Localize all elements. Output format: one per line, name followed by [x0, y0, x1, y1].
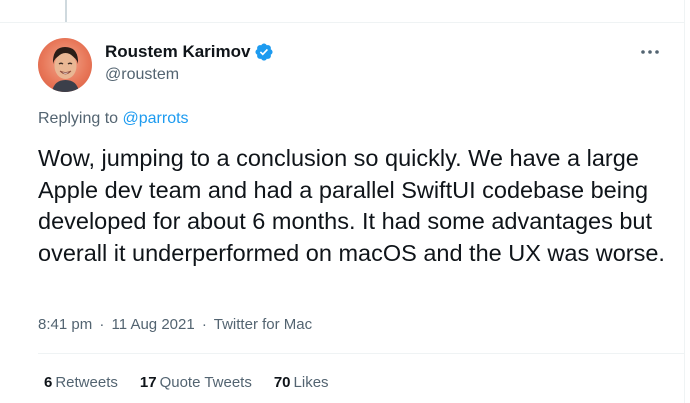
retweets-count: 6: [44, 374, 53, 391]
replying-to: Replying to @parrots: [38, 110, 189, 128]
tweet-date[interactable]: 11 Aug 2021: [112, 316, 195, 333]
column-border: [684, 0, 685, 403]
divider: [0, 22, 684, 23]
quote-tweets-stat[interactable]: 17 Quote Tweets: [140, 374, 252, 391]
retweets-stat[interactable]: 6 Retweets: [44, 374, 118, 391]
likes-label: Likes: [293, 374, 329, 391]
meta-separator: ·: [99, 316, 105, 333]
verified-badge-icon: [255, 43, 274, 61]
avatar[interactable]: [38, 38, 92, 92]
replying-to-prefix: Replying to: [38, 110, 119, 127]
thread-connector-line: [65, 0, 67, 22]
quote-tweets-count: 17: [139, 374, 157, 391]
tweet-metadata: 8:41 pm · 11 Aug 2021 · Twitter for Mac: [38, 316, 312, 333]
author-display-name[interactable]: Roustem Karimov: [105, 42, 250, 62]
author-name-row[interactable]: Roustem Karimov: [105, 42, 274, 62]
avatar-photo: [52, 47, 79, 92]
divider: [38, 353, 684, 354]
more-horizontal-icon: [641, 50, 659, 54]
meta-separator: ·: [201, 316, 207, 333]
tweet-detail: Roustem Karimov @roustem Replying to @pa…: [0, 0, 690, 403]
author-handle[interactable]: @roustem: [105, 66, 179, 84]
likes-stat[interactable]: 70 Likes: [274, 374, 329, 391]
tweet-time[interactable]: 8:41 pm: [38, 316, 92, 333]
likes-count: 70: [273, 374, 291, 391]
quote-tweets-label: Quote Tweets: [159, 374, 252, 391]
tweet-text: Wow, jumping to a conclusion so quickly.…: [38, 145, 665, 266]
tweet-source[interactable]: Twitter for Mac: [214, 316, 312, 333]
engagement-stats: 6 Retweets 17 Quote Tweets 70 Likes: [44, 374, 329, 391]
more-options-button[interactable]: [636, 38, 664, 66]
retweets-label: Retweets: [55, 374, 118, 391]
replying-to-link[interactable]: @parrots: [123, 110, 189, 127]
